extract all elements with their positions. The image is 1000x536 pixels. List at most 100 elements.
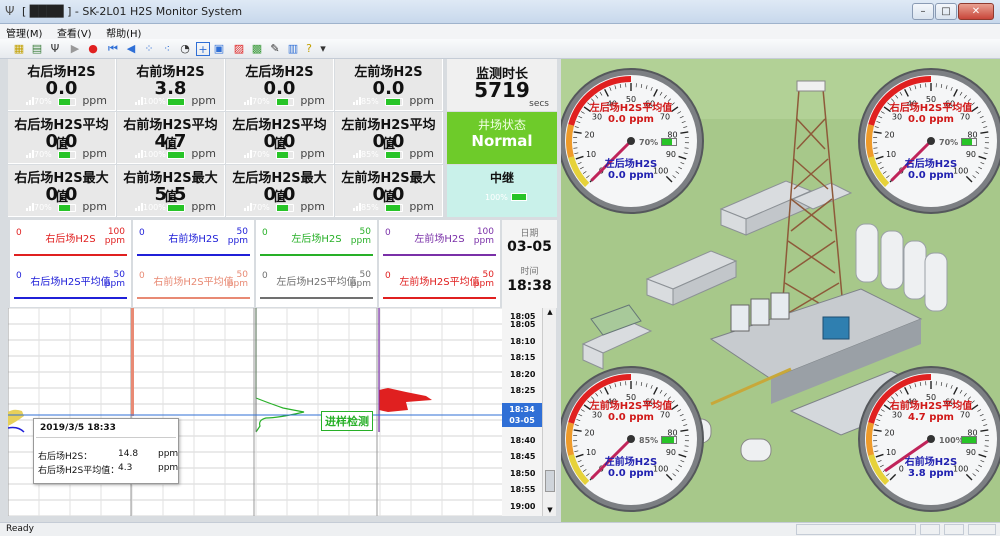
channel-header[interactable]: 0 左前场H2S 100 ppm [379, 220, 500, 264]
date-value: 03-05 [507, 239, 552, 255]
scatter-icon[interactable]: ⁘ [142, 42, 156, 56]
channel-color-line [137, 254, 250, 256]
channel-header[interactable]: 0 左后场H2S平均值 50 ppm [256, 263, 377, 307]
metric-unit: ppm [191, 200, 216, 213]
time-axis-cursor[interactable]: 18:34 03-05 [502, 403, 542, 427]
scroll-down-icon[interactable]: ▼ [545, 506, 555, 516]
crosshair-icon[interactable]: + [196, 42, 210, 56]
tooltip-row-unit: ppm [158, 463, 179, 473]
battery-icon [167, 151, 185, 159]
channel-header[interactable]: 0 右后场H2S平均值 50 ppm [10, 263, 131, 307]
play-icon[interactable]: ▶ [68, 42, 82, 56]
channel-color-line [383, 254, 496, 256]
gauge-avg-value: 0.0 ppm [608, 412, 654, 423]
cursor-date: 03-05 [509, 416, 535, 425]
time-tick: 18:40 [510, 435, 536, 445]
menu-help[interactable]: 帮助(H) [100, 24, 146, 40]
metric-cell: 右后场H2S最大值 0.0 70% ppm [8, 165, 116, 217]
battery-icon [385, 151, 403, 159]
well-status-value: Normal [471, 132, 533, 150]
channel-header[interactable]: 0 右前场H2S平均值 50 ppm [133, 263, 254, 307]
time-tick: 18:20 [510, 369, 536, 379]
help-icon[interactable]: ? [302, 42, 316, 56]
metric-cell: 右前场H2S 3.8 100% ppm [117, 59, 225, 111]
gauge-battery-icon [661, 436, 677, 444]
maximize-button[interactable]: □ [935, 3, 957, 20]
menu-bar: 管理(M) 查看(V) 帮助(H) [0, 24, 1000, 40]
signal-icon [353, 203, 361, 211]
gauge-tick-label: 10 [586, 448, 596, 457]
battery-icon [276, 151, 294, 159]
scroll-thumb[interactable] [545, 470, 555, 492]
excel-icon[interactable]: ▩ [250, 42, 264, 56]
chart-icon[interactable]: ▥ [286, 42, 300, 56]
channel-unit: ppm [227, 279, 248, 289]
time-axis: 18:0518:0518:1018:1518:2018:2518:3018:34… [502, 308, 542, 516]
pen-icon[interactable]: ✎ [268, 42, 282, 56]
signal-icon [135, 97, 143, 105]
channel-header[interactable]: 0 左后场H2S 50 ppm [256, 220, 377, 264]
device-icon[interactable]: ▦ [12, 42, 26, 56]
channel-unit: ppm [350, 279, 371, 289]
grid-icon[interactable]: ▤ [30, 42, 44, 56]
close-button[interactable]: ✕ [958, 3, 994, 20]
status-bar: Ready [0, 522, 1000, 536]
date-label: 日期 [520, 229, 539, 239]
metric-unit: ppm [409, 147, 434, 160]
trace-right-front-avg [131, 308, 134, 416]
channel-header[interactable]: 0 左前场H2S平均值 50 ppm [379, 263, 500, 307]
metric-battery-pct: 100% [143, 97, 166, 106]
gauge: 0102030405060708090100 [561, 366, 704, 512]
metric-battery-pct: 70% [252, 203, 270, 212]
gauge-current-value: 0.0 ppm [608, 468, 654, 479]
gauge-avg-label: 左前场H2S平均值 [589, 401, 673, 412]
pdf-icon[interactable]: ▨ [232, 42, 246, 56]
clipboard-icon[interactable]: ▣ [212, 42, 226, 56]
metric-battery-pct: 85% [361, 203, 379, 212]
battery-icon [167, 98, 185, 106]
channel-color-line [260, 254, 373, 256]
duration-box: 监测时长 5719 secs [447, 59, 557, 111]
channel-color-line [383, 297, 496, 299]
signal-icon [135, 203, 143, 211]
dots-icon[interactable]: ⁖ [160, 42, 174, 56]
signal-icon [244, 97, 252, 105]
dropdown-icon[interactable]: ▾ [316, 42, 330, 56]
channel-unit: ppm [104, 236, 125, 246]
metric-unit: ppm [409, 94, 434, 107]
signal-icon [26, 150, 34, 158]
menu-view[interactable]: 查看(V) [51, 24, 97, 40]
channel-header[interactable]: 0 右后场H2S 100 ppm [10, 220, 131, 264]
battery-icon [167, 204, 185, 212]
record-icon[interactable]: ● [86, 42, 100, 56]
gauge-tick-label: 20 [584, 130, 594, 139]
tooltip-row-value: 14.8 [118, 449, 139, 459]
minimize-button[interactable]: – [912, 3, 934, 20]
tooltip-row-value: 4.3 [118, 463, 133, 473]
time-label: 时间 [520, 267, 539, 277]
vertical-scrollbar[interactable]: ▲ ▼ [542, 308, 556, 516]
channel-header[interactable]: 0 右前场H2S 50 ppm [133, 220, 254, 264]
scroll-up-icon[interactable]: ▲ [545, 308, 555, 318]
window-title: [ ████ ] - SK-2L01 H2S Monitor System [22, 5, 243, 18]
metric-battery-pct: 100% [143, 203, 166, 212]
metric-unit: ppm [82, 94, 107, 107]
battery-icon [276, 98, 294, 106]
gauge-current-label: 右前场H2S [904, 457, 958, 468]
gauge-current-label: 右后场H2S [904, 159, 958, 170]
gauge-tick-label: 90 [966, 150, 976, 159]
metric-battery-pct: 70% [252, 150, 270, 159]
gauge-battery-pct: 100% [939, 436, 964, 445]
menu-manage[interactable]: 管理(M) [0, 24, 47, 40]
toolbar: ▦ ▤ Ψ ▶ ● ⏮ ◀ ⁘ ⁖ ◔ + ▣ ▨ ▩ ✎ ▥ ? ▾ [0, 39, 1000, 59]
prev-icon[interactable]: ◀ [124, 42, 138, 56]
gauge: 0102030405060708090100 [561, 68, 704, 214]
antenna-icon[interactable]: Ψ [48, 42, 62, 56]
trend-plot[interactable] [8, 308, 502, 516]
status-panel [920, 524, 940, 535]
date-time-box: 日期 03-05 时间 18:38 [502, 220, 557, 308]
channel-unit: ppm [473, 236, 494, 246]
battery-icon [385, 98, 403, 106]
first-icon[interactable]: ⏮ [106, 42, 120, 56]
clock-icon[interactable]: ◔ [178, 42, 192, 56]
